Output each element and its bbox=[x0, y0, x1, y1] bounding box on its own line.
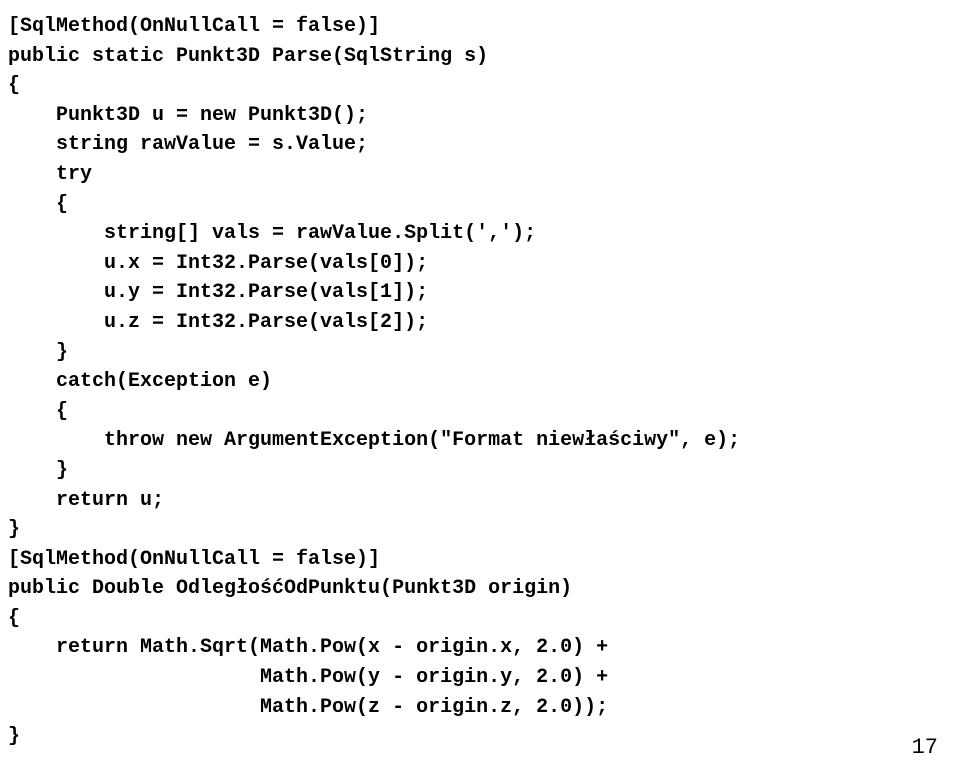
code-page: [SqlMethod(OnNullCall = false)] public s… bbox=[0, 0, 960, 775]
code-line: string rawValue = s.Value; bbox=[8, 133, 368, 156]
code-line: throw new ArgumentException("Format niew… bbox=[8, 429, 740, 452]
code-line: Math.Pow(z - origin.z, 2.0)); bbox=[8, 696, 608, 719]
code-line: u.y = Int32.Parse(vals[1]); bbox=[8, 281, 428, 304]
code-line: [SqlMethod(OnNullCall = false)] bbox=[8, 15, 380, 38]
code-line: return Math.Sqrt(Math.Pow(x - origin.x, … bbox=[8, 636, 608, 659]
code-line: { bbox=[8, 607, 20, 630]
code-block: [SqlMethod(OnNullCall = false)] public s… bbox=[8, 12, 952, 752]
code-line: } bbox=[8, 518, 20, 541]
code-line: } bbox=[8, 341, 68, 364]
code-line: u.x = Int32.Parse(vals[0]); bbox=[8, 252, 428, 275]
code-line: } bbox=[8, 725, 20, 748]
code-line: } bbox=[8, 459, 68, 482]
code-line: try bbox=[8, 163, 92, 186]
code-line: { bbox=[8, 74, 20, 97]
code-line: u.z = Int32.Parse(vals[2]); bbox=[8, 311, 428, 334]
code-line: [SqlMethod(OnNullCall = false)] bbox=[8, 548, 380, 571]
code-line: { bbox=[8, 400, 68, 423]
code-line: catch(Exception e) bbox=[8, 370, 272, 393]
code-line: { bbox=[8, 193, 68, 216]
code-line: string[] vals = rawValue.Split(','); bbox=[8, 222, 536, 245]
code-line: public static Punkt3D Parse(SqlString s) bbox=[8, 45, 488, 68]
code-line: Math.Pow(y - origin.y, 2.0) + bbox=[8, 666, 608, 689]
code-line: public Double OdległośćOdPunktu(Punkt3D … bbox=[8, 577, 572, 600]
code-line: Punkt3D u = new Punkt3D(); bbox=[8, 104, 368, 127]
page-number: 17 bbox=[912, 732, 938, 765]
code-line: return u; bbox=[8, 489, 164, 512]
